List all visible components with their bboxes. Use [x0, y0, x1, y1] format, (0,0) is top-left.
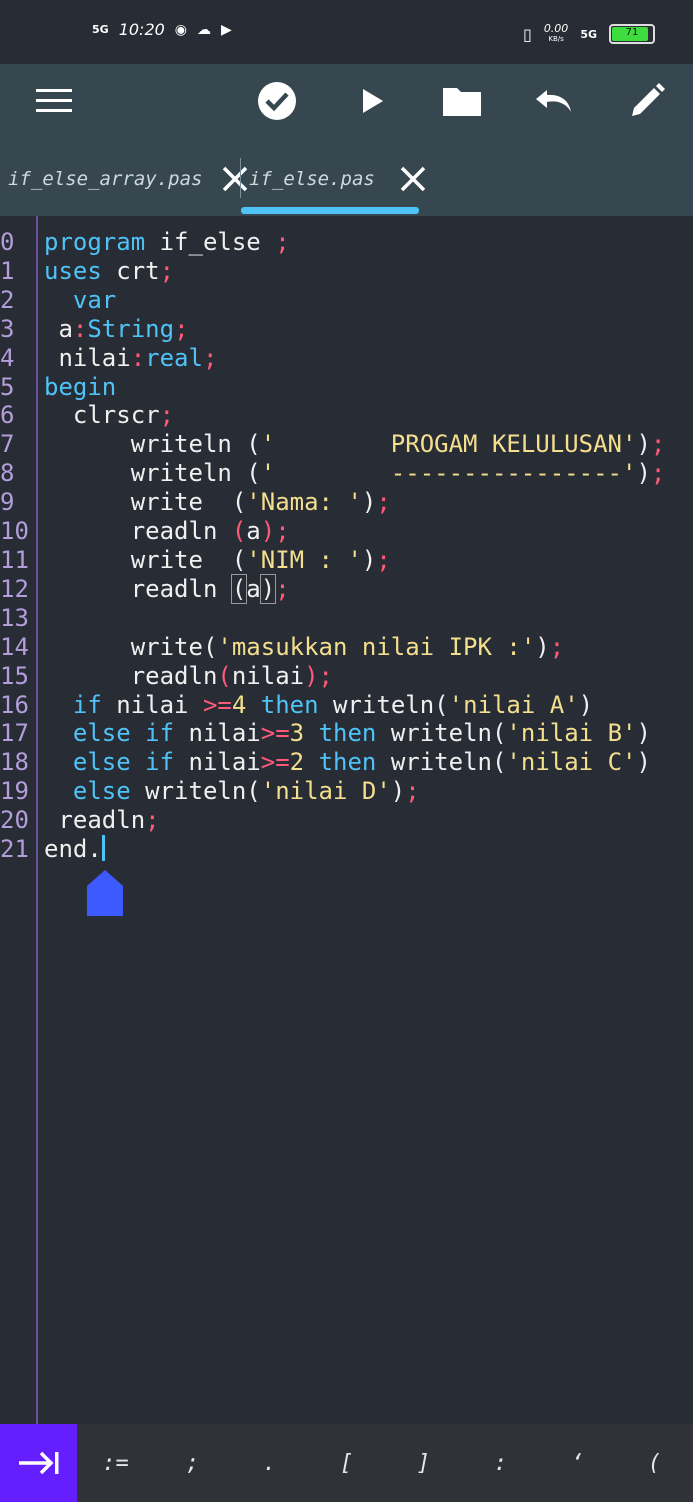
line-number: 17 — [0, 719, 29, 748]
line-number: 13 — [0, 603, 29, 632]
file-tabs: if_else_array.pas if_else.pas — [0, 150, 693, 216]
line-number: 2 — [0, 285, 15, 314]
signal-5g-label: 5G — [92, 23, 109, 36]
line-number: 21 — [0, 835, 29, 864]
key-close-bracket[interactable]: ] — [385, 1424, 462, 1502]
network-speed: 0.00 KB/s — [543, 22, 569, 43]
play-store-icon: ▶ — [221, 21, 232, 38]
edit-icon[interactable] — [625, 81, 669, 121]
cursor-handle[interactable] — [87, 870, 123, 916]
key-quote[interactable]: ‘ — [539, 1424, 616, 1502]
undo-icon[interactable] — [532, 81, 576, 121]
close-icon[interactable] — [222, 166, 248, 192]
tab-arrow-icon — [18, 1451, 58, 1475]
menu-icon[interactable] — [32, 81, 76, 121]
line-number: 12 — [0, 574, 29, 603]
line-number: 9 — [0, 488, 15, 517]
battery-icon: 71 — [609, 24, 655, 44]
code-text[interactable]: 0 program if_else ; 1 uses crt; 2 var 3 a:… — [0, 228, 665, 864]
tab-key[interactable] — [0, 1424, 77, 1502]
line-number: 0 — [0, 228, 15, 256]
line-number: 5 — [0, 372, 15, 401]
line-number: 15 — [0, 661, 29, 690]
key-open-bracket[interactable]: [ — [308, 1424, 385, 1502]
tab-label: if_else_array.pas — [8, 168, 203, 190]
line-number: 7 — [0, 430, 15, 459]
line-number: 20 — [0, 806, 29, 835]
line-number: 1 — [0, 256, 15, 285]
active-tab-indicator — [241, 207, 419, 214]
status-bar: 5G 10:20 ◉ ☁ ▶ ▯ 0.00 KB/s 5G 71 — [0, 0, 693, 64]
tab-label: if_else.pas — [249, 168, 375, 190]
line-number: 16 — [0, 690, 29, 719]
line-number: 3 — [0, 314, 15, 343]
signal-5g-right: 5G — [580, 27, 597, 41]
check-icon[interactable] — [255, 81, 299, 121]
key-colon[interactable]: : — [462, 1424, 539, 1502]
clock: 10:20 — [118, 20, 165, 39]
line-number: 10 — [0, 517, 29, 546]
line-number: 8 — [0, 459, 15, 488]
tab-if-else-array[interactable]: if_else_array.pas — [8, 150, 248, 208]
line-number: 14 — [0, 632, 29, 661]
text-cursor — [101, 835, 105, 862]
symbol-keys-bar: := ; . [ ] : ‘ ( — [0, 1424, 693, 1502]
key-semicolon[interactable]: ; — [154, 1424, 231, 1502]
record-icon: ◉ — [174, 21, 188, 38]
close-icon[interactable] — [400, 166, 426, 192]
tab-divider — [240, 158, 241, 198]
line-number: 6 — [0, 401, 15, 430]
line-number: 18 — [0, 748, 29, 777]
tab-if-else[interactable]: if_else.pas — [249, 150, 426, 208]
line-number: 19 — [0, 777, 29, 806]
key-open-paren[interactable]: ( — [616, 1424, 693, 1502]
vibrate-icon: ▯ — [523, 24, 532, 44]
key-assign[interactable]: := — [77, 1424, 154, 1502]
folder-icon[interactable] — [440, 81, 484, 121]
line-number: 11 — [0, 545, 29, 574]
code-editor[interactable]: 0 program if_else ; 1 uses crt; 2 var 3 a:… — [0, 216, 693, 1424]
line-number: 4 — [0, 343, 15, 372]
cloud-icon: ☁ — [197, 21, 212, 38]
battery-level: 71 — [625, 27, 639, 38]
key-period[interactable]: . — [231, 1424, 308, 1502]
play-icon[interactable] — [350, 81, 394, 121]
